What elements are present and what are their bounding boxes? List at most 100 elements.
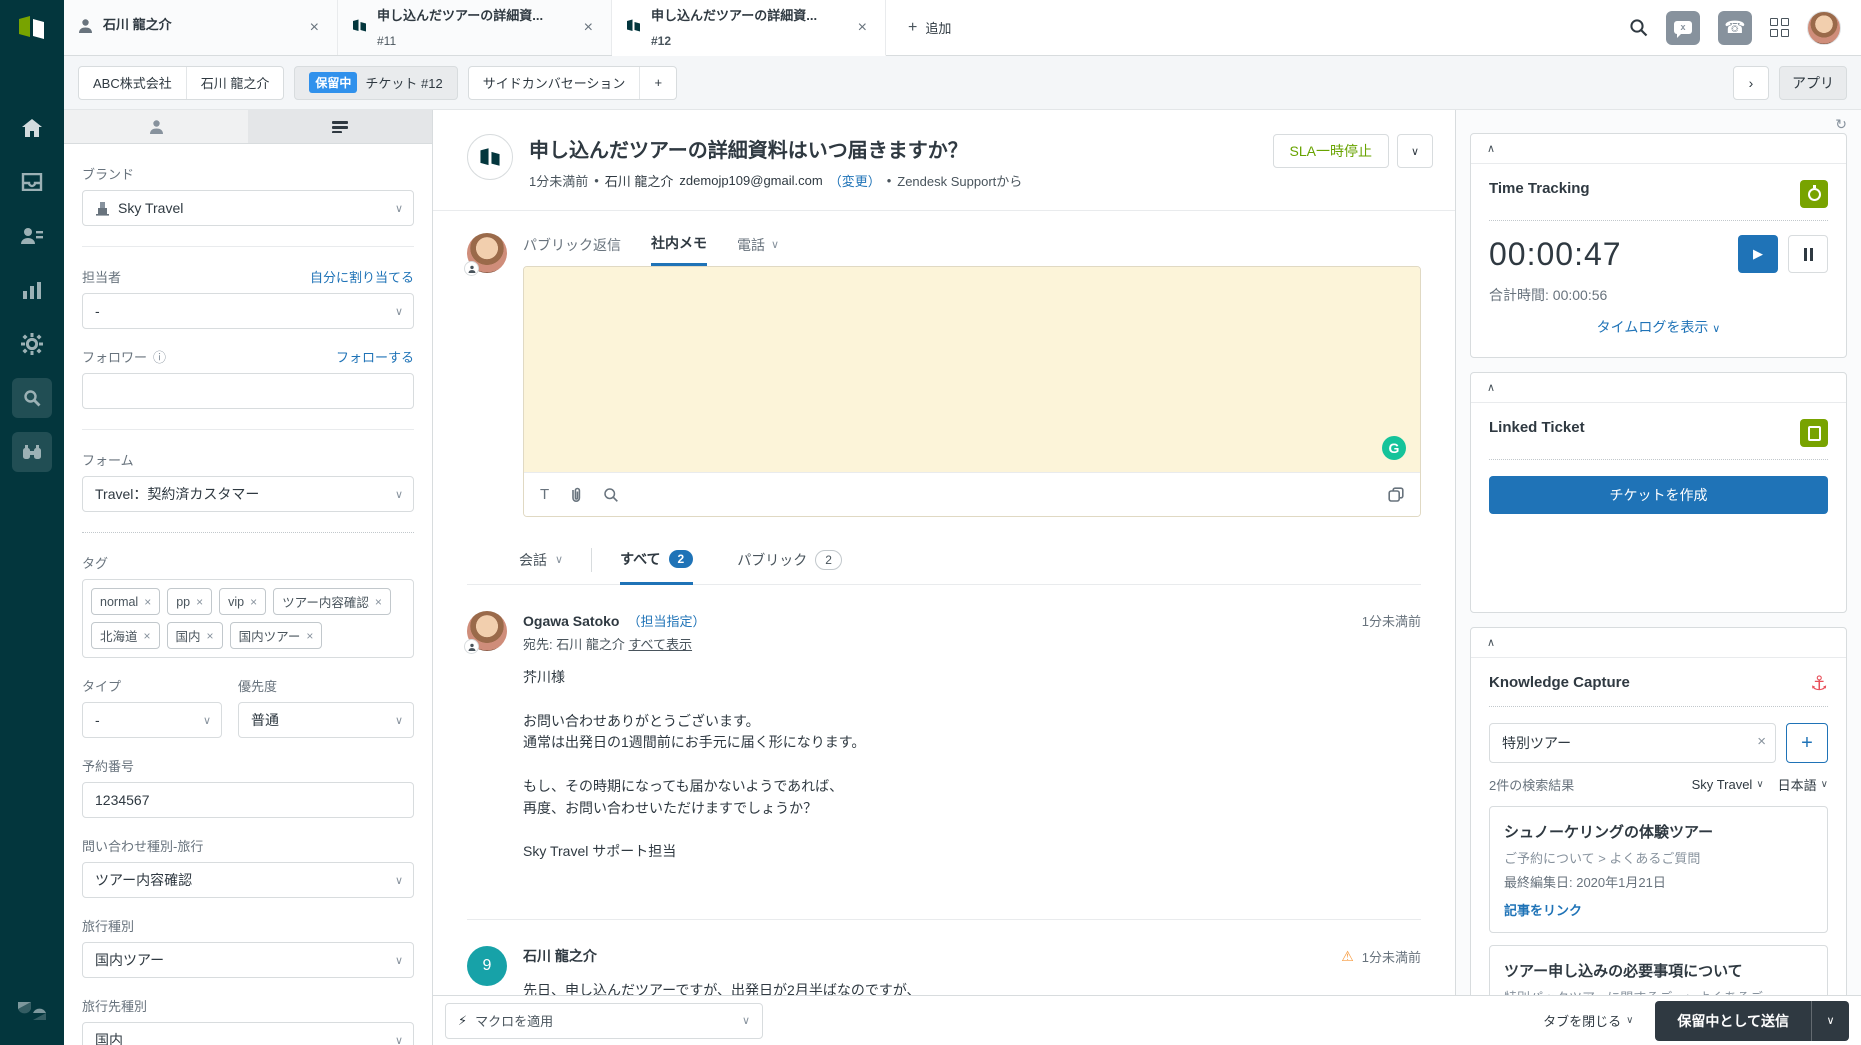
- remove-tag-icon[interactable]: ×: [144, 595, 151, 609]
- header-more-button[interactable]: ∨: [1397, 134, 1433, 168]
- tab-public-reply[interactable]: パブリック返信: [523, 233, 621, 266]
- admin-gear-icon[interactable]: [12, 324, 52, 364]
- zendesk-logo-icon[interactable]: [0, 0, 64, 56]
- submit-as-hold-button[interactable]: 保留中として送信: [1655, 1001, 1811, 1041]
- add-tab-button[interactable]: + 追加: [886, 0, 973, 55]
- collapse-panel-button[interactable]: ›: [1733, 66, 1769, 100]
- agent-avatar[interactable]: [467, 611, 507, 651]
- change-email-link[interactable]: （変更）: [829, 171, 881, 190]
- remove-tag-icon[interactable]: ×: [207, 629, 214, 643]
- tab-user-profile[interactable]: 石川 龍之介 ×: [64, 0, 338, 55]
- message-author[interactable]: 石川 龍之介: [523, 946, 597, 966]
- breadcrumb-ticket[interactable]: 保留中 チケット #12: [294, 66, 457, 100]
- knowledge-search-input[interactable]: [1489, 723, 1776, 763]
- apps-button[interactable]: アプリ: [1779, 66, 1847, 100]
- side-conversation-tab[interactable]: サイドカンバセーション: [469, 67, 640, 99]
- show-all-link[interactable]: すべて表示: [628, 637, 692, 652]
- tag-chip[interactable]: 北海道×: [91, 622, 160, 649]
- tag-chip[interactable]: ツアー内容確認×: [273, 588, 391, 615]
- show-time-logs-link[interactable]: タイムログを表示 ∨: [1597, 319, 1721, 335]
- refresh-apps-icon[interactable]: ↻: [1835, 116, 1847, 133]
- assignee-select[interactable]: - ∨: [82, 293, 414, 329]
- text-format-icon[interactable]: T: [540, 486, 549, 503]
- tab-phone[interactable]: 電話 ∨: [737, 233, 779, 266]
- snippets-icon[interactable]: [1388, 487, 1404, 503]
- tag-chip[interactable]: 国内ツアー×: [230, 622, 323, 649]
- follow-link[interactable]: フォローする: [336, 347, 414, 366]
- destination-type-select[interactable]: 国内 ∨: [82, 1022, 414, 1045]
- internal-note-editor[interactable]: G: [524, 267, 1420, 472]
- form-select[interactable]: Travel：契約済カスタマー ∨: [82, 476, 414, 512]
- assign-to-me-link[interactable]: 自分に割り当てる: [310, 267, 414, 286]
- remove-tag-icon[interactable]: ×: [144, 629, 151, 643]
- breadcrumb-org[interactable]: ABC株式会社: [79, 67, 186, 99]
- brand-select[interactable]: Sky Travel ∨: [82, 190, 414, 226]
- remove-tag-icon[interactable]: ×: [250, 595, 257, 609]
- article-result[interactable]: シュノーケリングの体験ツアー ご予約について > よくあるご質問 最終編集日: …: [1489, 806, 1828, 933]
- knowledge-search-icon[interactable]: [603, 487, 619, 503]
- priority-select[interactable]: 普通 ∨: [238, 702, 414, 738]
- sla-pause-button[interactable]: SLA一時停止: [1273, 134, 1389, 168]
- collapse-time-tracking[interactable]: ∧: [1471, 134, 1846, 164]
- close-icon[interactable]: ×: [854, 17, 871, 39]
- chat-app-icon[interactable]: x: [1666, 11, 1700, 45]
- home-icon[interactable]: [12, 108, 52, 148]
- timer-play-button[interactable]: ▶: [1738, 235, 1778, 273]
- binoculars-app-icon[interactable]: [12, 432, 52, 472]
- tag-chip[interactable]: normal×: [91, 588, 160, 615]
- submit-options-button[interactable]: ∨: [1811, 1001, 1849, 1041]
- ticket-fields-tab[interactable]: [248, 110, 432, 143]
- add-article-button[interactable]: +: [1786, 723, 1828, 763]
- grammarly-icon[interactable]: G: [1382, 436, 1406, 460]
- filter-public[interactable]: パブリック 2: [737, 535, 842, 584]
- create-ticket-button[interactable]: チケットを作成: [1489, 476, 1828, 514]
- zendesk-z-logo-icon[interactable]: [12, 991, 52, 1031]
- talk-phone-icon[interactable]: ☎: [1718, 11, 1752, 45]
- tag-chip[interactable]: 国内×: [167, 622, 223, 649]
- close-tab-dropdown[interactable]: タブを閉じる ∨: [1543, 1011, 1633, 1030]
- article-title[interactable]: ツアー申し込みの必要事項について: [1504, 960, 1813, 981]
- attachment-icon[interactable]: [569, 486, 583, 503]
- link-article-button[interactable]: 記事をリンク: [1504, 900, 1582, 919]
- tag-chip[interactable]: pp×: [167, 588, 212, 615]
- remove-tag-icon[interactable]: ×: [196, 595, 203, 609]
- conversation-log[interactable]: Ogawa Satoko （担当指定） 1分未満前 宛先: 石川 龍之介 すべて…: [433, 585, 1455, 995]
- reporting-icon[interactable]: [12, 270, 52, 310]
- info-icon[interactable]: ⓘ: [153, 347, 166, 366]
- tab-ticket-11[interactable]: 申し込んだツアーの詳細資... #11 ×: [338, 0, 612, 55]
- tab-ticket-12-active[interactable]: 申し込んだツアーの詳細資... #12 ×: [612, 0, 886, 56]
- brand-filter-dropdown[interactable]: Sky Travel ∨: [1692, 775, 1764, 794]
- tab-internal-note[interactable]: 社内メモ: [651, 233, 707, 266]
- conversation-dropdown[interactable]: 会話 ∨: [519, 535, 563, 584]
- user-avatar[interactable]: [1807, 11, 1841, 45]
- timer-pause-button[interactable]: [1788, 235, 1828, 273]
- remove-tag-icon[interactable]: ×: [306, 629, 313, 643]
- search-icon[interactable]: [1629, 18, 1648, 37]
- booking-number-input[interactable]: [82, 782, 414, 818]
- tags-field[interactable]: normal× pp× vip× ツアー内容確認× 北海道× 国内× 国内ツアー…: [82, 579, 414, 658]
- side-conversation-add[interactable]: +: [639, 67, 676, 99]
- apps-grid-icon[interactable]: [1770, 18, 1789, 37]
- travel-type-select[interactable]: 国内ツアー ∨: [82, 942, 414, 978]
- views-icon[interactable]: [12, 162, 52, 202]
- message-author[interactable]: Ogawa Satoko: [523, 613, 619, 629]
- collapse-knowledge-capture[interactable]: ∧: [1471, 628, 1846, 658]
- collapse-linked-ticket[interactable]: ∧: [1471, 373, 1846, 403]
- clear-search-icon[interactable]: ×: [1757, 733, 1766, 750]
- article-result[interactable]: ツアー申し込みの必要事項について 特別パックツアーに関するご... > よくある…: [1489, 945, 1828, 995]
- remove-tag-icon[interactable]: ×: [375, 595, 382, 609]
- language-filter-dropdown[interactable]: 日本語 ∨: [1778, 775, 1828, 794]
- close-icon[interactable]: ×: [306, 17, 323, 39]
- inquiry-type-select[interactable]: ツアー内容確認 ∨: [82, 862, 414, 898]
- customer-avatar[interactable]: 9: [467, 946, 507, 986]
- article-title[interactable]: シュノーケリングの体験ツアー: [1504, 821, 1813, 842]
- customers-icon[interactable]: [12, 216, 52, 256]
- apply-macro-select[interactable]: ⚡ マクロを適用 ∨: [445, 1003, 763, 1039]
- breadcrumb-person[interactable]: 石川 龍之介: [186, 67, 284, 99]
- type-select[interactable]: - ∨: [82, 702, 222, 738]
- follower-input[interactable]: [82, 373, 414, 409]
- close-icon[interactable]: ×: [580, 17, 597, 39]
- search-app-icon[interactable]: [12, 378, 52, 418]
- tag-chip[interactable]: vip×: [219, 588, 266, 615]
- requester-tab[interactable]: [64, 110, 248, 143]
